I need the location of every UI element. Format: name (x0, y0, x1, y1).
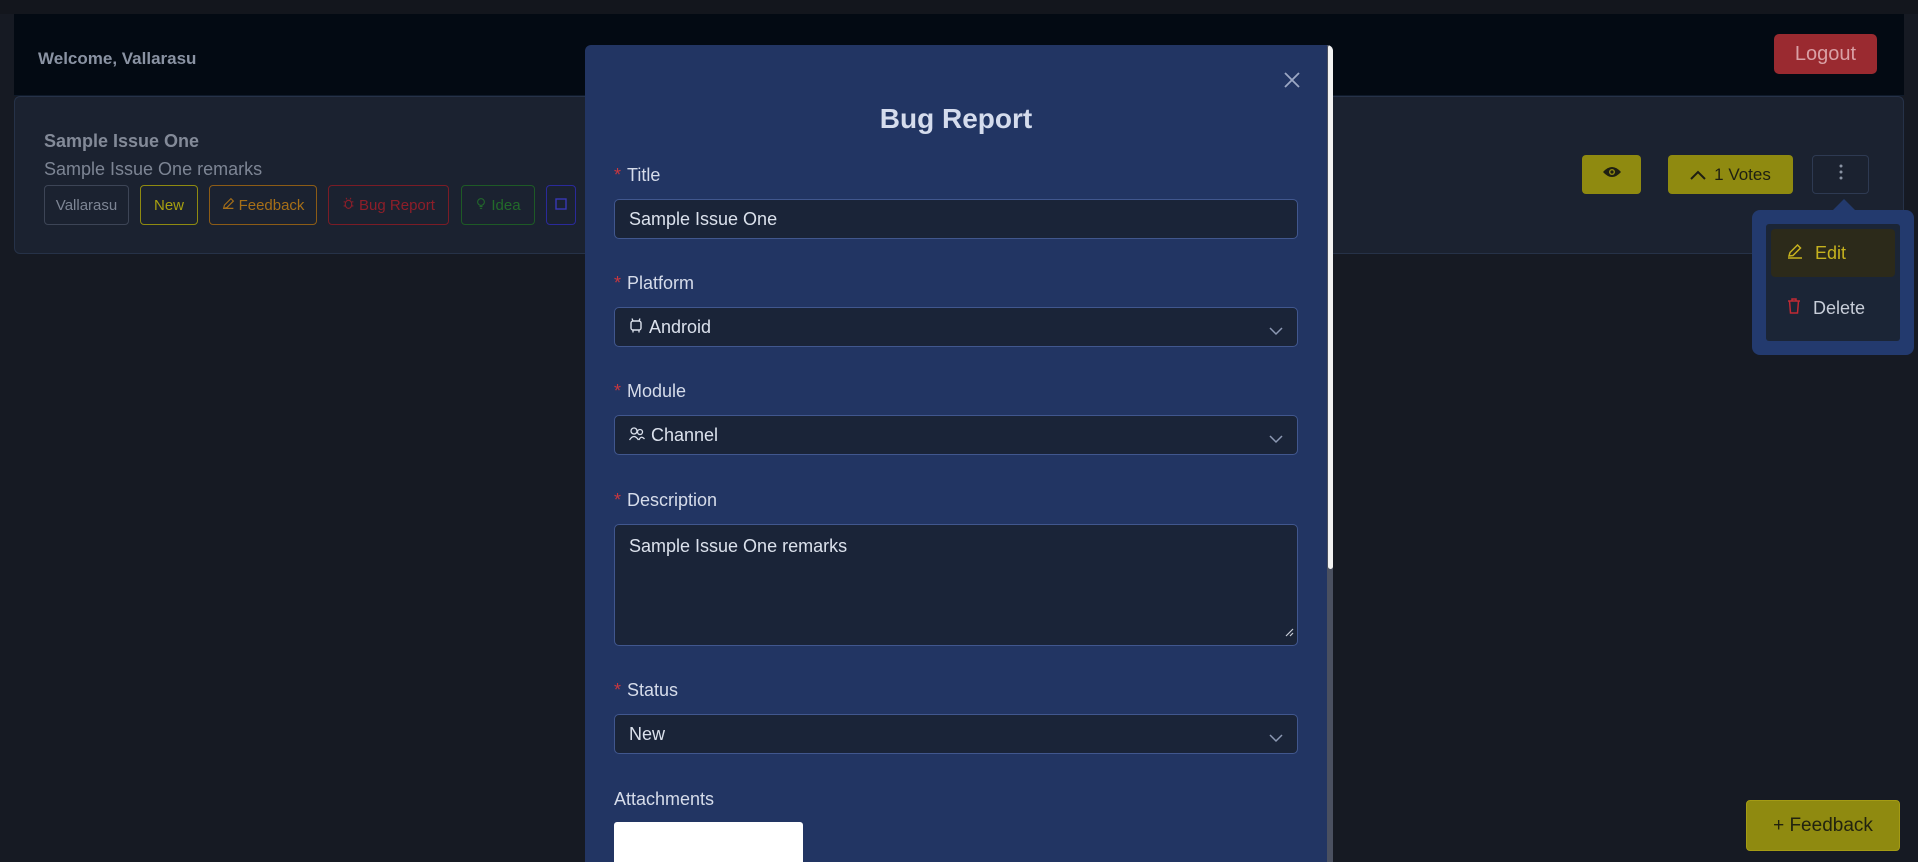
chevron-down-icon (1269, 727, 1283, 748)
status-field-label: * Status (614, 680, 678, 701)
description-label-text: Description (627, 490, 718, 510)
attachments-label: Attachments (614, 789, 715, 809)
dropdown-caret (1833, 199, 1855, 210)
chip-extra (546, 185, 576, 225)
required-marker: * (614, 680, 622, 700)
chip-bug-report: Bug Report (328, 185, 449, 225)
modal-title: Bug Report (879, 103, 1033, 134)
platform-label-text: Platform (627, 273, 695, 293)
top-strip (0, 0, 1918, 14)
trash-icon (1787, 297, 1801, 319)
menu-item-edit-label: Edit (1815, 242, 1847, 263)
attachment-upload[interactable] (614, 822, 803, 862)
required-marker: * (614, 273, 622, 293)
pencil-icon (1787, 243, 1803, 264)
title-input[interactable]: Sample Issue One (614, 199, 1298, 239)
pencil-icon (222, 197, 235, 214)
chip-user: Vallarasu (44, 185, 129, 225)
status-select-value: New (629, 723, 666, 744)
menu-item-delete[interactable]: Delete (1771, 284, 1895, 332)
menu-item-delete-label: Delete (1813, 297, 1866, 318)
grid-icon (555, 197, 567, 214)
android-icon (629, 317, 643, 338)
platform-select[interactable]: Android (614, 307, 1298, 347)
chevron-down-icon (1269, 428, 1283, 449)
required-marker: * (614, 165, 622, 185)
chip-bug-report-label: Bug Report (359, 196, 435, 214)
status-select[interactable]: New (614, 714, 1298, 754)
chip-idea-label: Idea (491, 196, 521, 214)
bug-icon (342, 197, 355, 214)
modal-scrollbar-thumb[interactable] (1328, 45, 1333, 569)
welcome-text: Welcome, Vallarasu (38, 49, 197, 68)
title-input-value: Sample Issue One (629, 208, 778, 229)
view-button[interactable] (1582, 155, 1641, 194)
platform-select-value: Android (649, 316, 712, 337)
vote-button[interactable]: 1 Votes (1668, 155, 1793, 194)
required-marker: * (614, 381, 622, 401)
chip-feedback-label: Feedback (238, 196, 305, 214)
module-label-text: Module (627, 381, 687, 401)
chip-user-label: Vallarasu (55, 196, 118, 214)
required-marker: * (614, 490, 622, 510)
title-label-text: Title (627, 165, 661, 185)
users-icon (628, 425, 645, 446)
bug-report-modal: Bug Report * Title Sample Issue One * Plat… (585, 45, 1333, 862)
options-dropdown-list: Edit Delete (1766, 224, 1900, 341)
lightbulb-icon (475, 197, 487, 214)
eye-icon (1602, 165, 1622, 184)
module-select-value: Channel (651, 424, 719, 445)
chip-idea: Idea (461, 185, 535, 225)
description-textarea[interactable]: Sample Issue One remarks (614, 524, 1298, 646)
logout-button[interactable]: Logout (1774, 34, 1877, 74)
chip-feedback: Feedback (209, 185, 317, 225)
menu-item-edit[interactable]: Edit (1771, 229, 1895, 277)
add-feedback-button[interactable]: + Feedback (1746, 800, 1900, 851)
votes-label: 1 Votes (1714, 164, 1771, 184)
module-field-label: * Module (614, 381, 686, 402)
chip-status: New (140, 185, 198, 225)
platform-field-label: * Platform (614, 273, 694, 294)
close-icon[interactable] (1279, 67, 1305, 93)
chevron-up-icon (1690, 165, 1706, 185)
issue-remarks: Sample Issue One remarks (44, 159, 263, 179)
issue-title: Sample Issue One (44, 131, 200, 151)
title-field-label: * Title (614, 165, 660, 186)
chip-status-label: New (153, 196, 184, 214)
kebab-icon (1839, 163, 1843, 186)
description-field-label: * Description (614, 490, 717, 511)
module-select[interactable]: Channel (614, 415, 1298, 455)
options-dropdown: Edit Delete (1752, 210, 1914, 355)
description-value: Sample Issue One remarks (629, 536, 848, 556)
status-label-text: Status (627, 680, 679, 700)
chevron-down-icon (1269, 320, 1283, 341)
resize-grip-icon[interactable] (1285, 621, 1294, 642)
more-options-button[interactable] (1812, 155, 1869, 194)
